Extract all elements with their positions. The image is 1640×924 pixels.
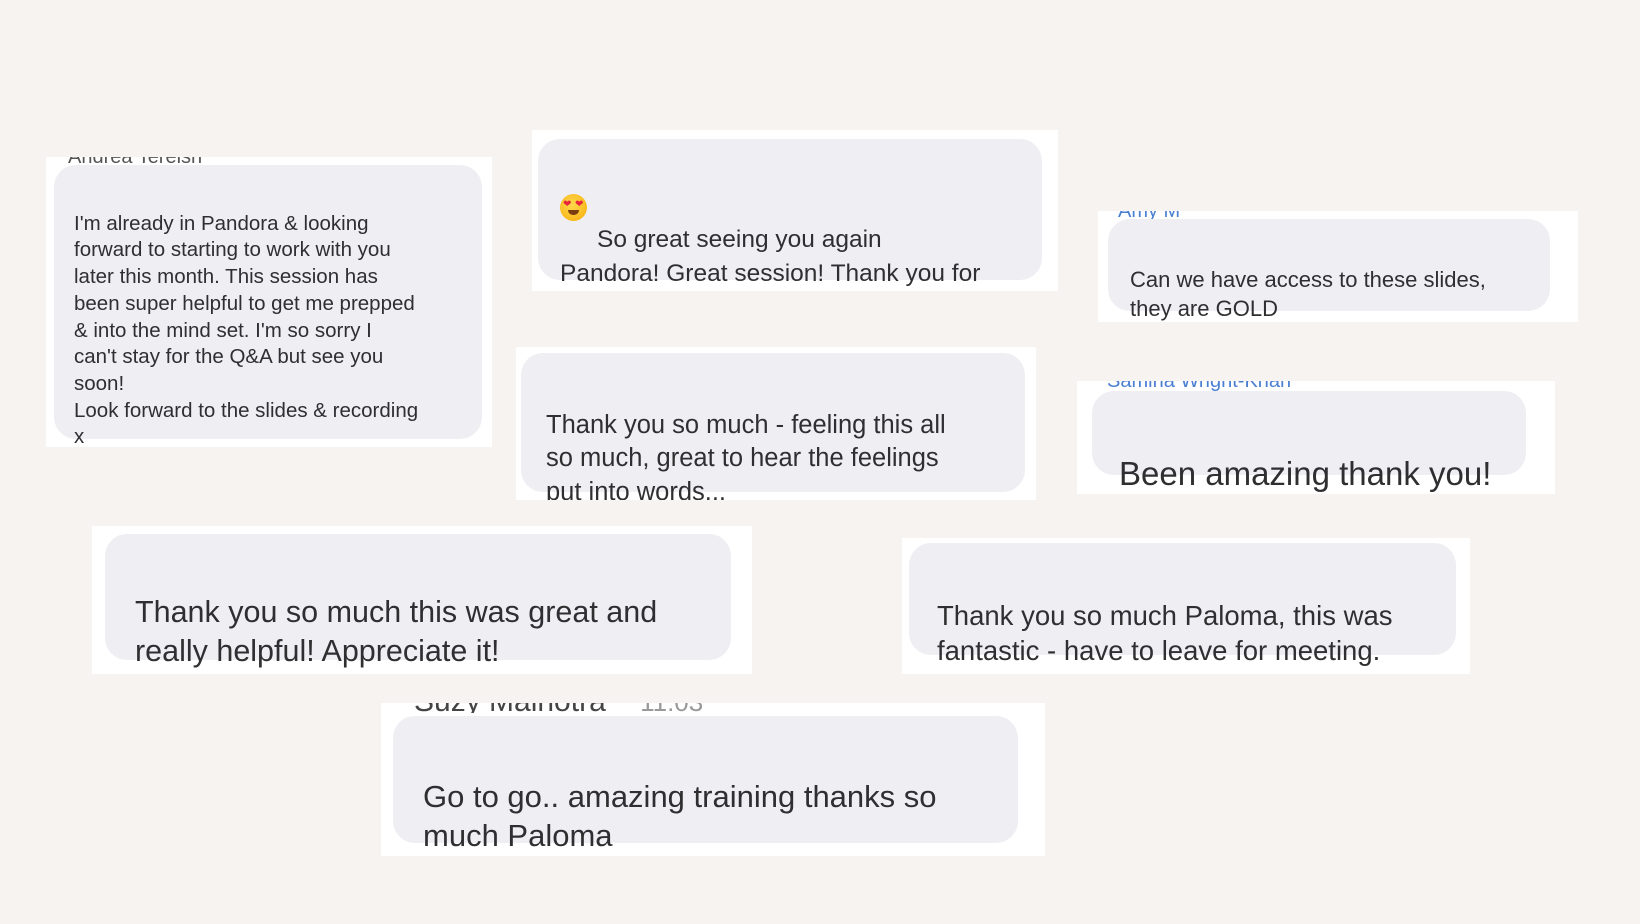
message-bubble: Been amazing thank you! — [1092, 391, 1526, 492]
heart-eyes-emoji-icon: ❤ ❤ — [560, 194, 587, 221]
message-bubble: ❤ ❤ So great seeing you again Pandora! Gr… — [538, 139, 1042, 287]
sender-name: Samina Wright-Khan — [1107, 381, 1291, 391]
chat-message-card: Thank you so much Paloma, this was fanta… — [902, 538, 1470, 674]
message-bubble: Thank you so much - feeling this all so … — [521, 353, 1025, 500]
chat-message-card: Amy M Can we have access to these slides… — [1098, 211, 1578, 322]
message-text: Been amazing thank you! — [1119, 455, 1492, 492]
message-bubble: Go to go.. amazing training thanks so mu… — [393, 716, 1018, 853]
chat-message-card: Andrea Tereish I'm already in Pandora & … — [46, 157, 492, 447]
chat-message-card: ❤ ❤ So great seeing you again Pandora! Gr… — [532, 130, 1058, 291]
message-text: So great seeing you again Pandora! Great… — [560, 226, 981, 287]
message-text: Thank you so much Paloma, this was fanta… — [937, 600, 1393, 666]
sender-name: Suzy Malhotra 11:03 — [414, 703, 703, 713]
chat-feedback-collage: { "messages": [ { "author": "Andrea Tere… — [0, 0, 1640, 924]
message-bubble: Can we have access to these slides, they… — [1108, 219, 1550, 321]
message-bubble: Thank you so much Paloma, this was fanta… — [909, 543, 1456, 666]
message-bubble: Thank you so much this was great and rea… — [105, 534, 731, 668]
chat-message-card: Samina Wright-Khan Been amazing thank yo… — [1077, 381, 1555, 494]
message-text: Can we have access to these slides, they… — [1130, 267, 1486, 321]
message-text: Thank you so much this was great and rea… — [135, 595, 658, 668]
chat-message-card: Suzy Malhotra 11:03 Go to go.. amazing t… — [381, 703, 1045, 856]
message-bubble: I'm already in Pandora & looking forward… — [54, 165, 482, 447]
message-text: I'm already in Pandora & looking forward… — [74, 211, 419, 447]
chat-message-card: Thank you so much this was great and rea… — [92, 526, 752, 674]
message-text: Go to go.. amazing training thanks so mu… — [423, 779, 937, 853]
message-text: Thank you so much - feeling this all so … — [546, 410, 946, 501]
chat-message-card: Thank you so much - feeling this all so … — [516, 347, 1036, 500]
